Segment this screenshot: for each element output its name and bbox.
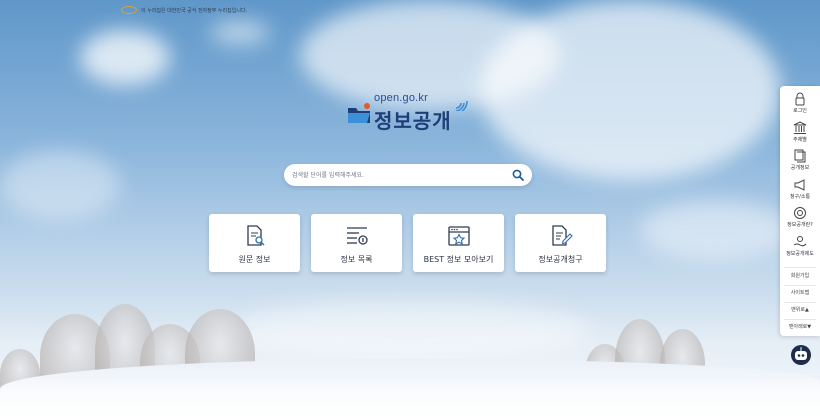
side-item-request[interactable]: 청구/소통 xyxy=(780,178,820,202)
side-link-top[interactable]: 맨위로▲ xyxy=(780,303,820,317)
site-logo[interactable]: open.go.kr 정보공개 xyxy=(346,91,474,133)
side-item-label: 로그인 xyxy=(793,108,807,114)
side-item-topic[interactable]: 주제별 xyxy=(780,121,820,145)
building-icon xyxy=(793,121,807,134)
taegeuk-icon xyxy=(121,6,137,14)
chatbot-button[interactable] xyxy=(791,345,811,365)
card-label: 정보 목록 xyxy=(340,255,373,264)
cloud xyxy=(640,200,790,260)
gov-banner-text: 이 누리집은 대한민국 공식 전자정부 누리집입니다. xyxy=(141,7,248,14)
side-item-public-info[interactable]: 공개정보 xyxy=(780,149,820,173)
side-link-bottom[interactable]: 맨아래로▼ xyxy=(780,320,820,334)
logo-name: 정보공개 xyxy=(374,111,452,133)
card-best-info[interactable]: BEST 정보 모아보기 xyxy=(413,214,504,272)
folder-icon xyxy=(348,103,370,123)
card-label: 정보공개청구 xyxy=(538,255,583,264)
search-bar xyxy=(284,164,532,186)
side-item-label: 정보공개란? xyxy=(787,222,813,228)
cloud xyxy=(230,300,590,360)
side-link-sitemap[interactable]: 사이트맵 xyxy=(780,286,820,300)
side-item-label: 주제별 xyxy=(793,137,807,143)
cloud xyxy=(210,20,270,45)
side-item-system[interactable]: 정보공개제도 xyxy=(780,235,820,259)
browser-star-icon xyxy=(447,226,470,246)
hand-icon xyxy=(793,236,807,247)
cloud xyxy=(480,0,780,180)
document-search-icon xyxy=(246,225,264,246)
card-original-info[interactable]: 원문 정보 xyxy=(209,214,300,272)
side-quick-menu: 로그인 주제별 공개정보 청구/소통 정보공개란? 정보공개제도 회원가입 사이… xyxy=(780,86,820,336)
target-icon xyxy=(794,207,806,219)
document-edit-icon xyxy=(551,225,573,246)
gov-banner: 이 누리집은 대한민국 공식 전자정부 누리집입니다. xyxy=(121,5,247,15)
cloud xyxy=(80,30,170,85)
search-input[interactable] xyxy=(292,167,502,183)
lock-icon xyxy=(795,92,805,106)
side-link-signup[interactable]: 회원가입 xyxy=(780,269,820,283)
side-item-label: 정보공개제도 xyxy=(786,251,814,257)
side-item-label: 공개정보 xyxy=(790,165,810,171)
side-item-label: 청구/소통 xyxy=(789,194,811,200)
logo-domain: open.go.kr xyxy=(374,92,428,104)
files-icon xyxy=(794,149,806,163)
side-item-about[interactable]: 정보공개란? xyxy=(780,206,820,230)
side-item-login[interactable]: 로그인 xyxy=(780,92,820,116)
card-label: 원문 정보 xyxy=(238,255,271,264)
list-info-icon xyxy=(346,227,368,245)
snow-field xyxy=(0,359,820,419)
card-label: BEST 정보 모아보기 xyxy=(423,255,494,264)
signal-wave-icon xyxy=(455,100,468,111)
divider xyxy=(784,267,816,268)
card-info-list[interactable]: 정보 목록 xyxy=(311,214,402,272)
cloud xyxy=(0,150,120,220)
search-icon[interactable] xyxy=(512,169,524,181)
card-info-request[interactable]: 정보공개청구 xyxy=(515,214,606,272)
megaphone-icon xyxy=(794,179,805,191)
robot-icon xyxy=(795,347,807,360)
